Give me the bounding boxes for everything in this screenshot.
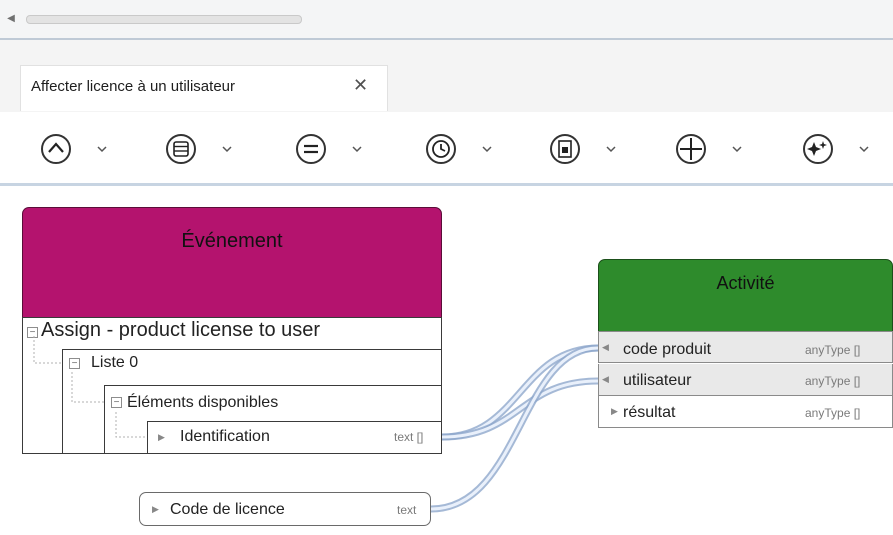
input-port-icon[interactable]: ◀ xyxy=(602,342,609,353)
input-label: utilisateur xyxy=(623,372,692,389)
equals-circle-icon xyxy=(296,134,326,164)
close-icon[interactable]: ✕ xyxy=(353,75,368,96)
license-code-field[interactable]: ▶ Code de licence text xyxy=(139,492,431,526)
collapse-icon[interactable]: − xyxy=(69,358,80,369)
input-type: anyType [] xyxy=(805,343,861,357)
expand-triangle-icon[interactable]: ▶ xyxy=(158,432,165,443)
toolbar-button-5[interactable] xyxy=(548,132,643,166)
chevron-up-circle-icon xyxy=(41,134,71,164)
input-port-icon[interactable]: ◀ xyxy=(602,374,609,385)
clock-circle-icon xyxy=(426,134,456,164)
top-strip: ◀ xyxy=(0,0,893,40)
scroll-left-arrow-icon[interactable]: ◀ xyxy=(4,12,18,26)
event-root-label: Assign - product license to user xyxy=(41,319,321,341)
license-code-label: Code de licence xyxy=(170,501,285,518)
mapping-editor-window: ◀ Affecter licence à un utilisateur ✕ Év… xyxy=(0,0,893,535)
field-label: Identification xyxy=(180,428,270,445)
toolbar-button-1[interactable] xyxy=(39,132,134,166)
chevron-down-icon[interactable] xyxy=(857,142,871,156)
toolbar xyxy=(0,112,893,184)
toolbar-button-7[interactable] xyxy=(801,132,893,166)
horizontal-scrollbar[interactable]: ◀ xyxy=(4,8,884,28)
chevron-down-icon[interactable] xyxy=(604,142,618,156)
tab-title: Affecter licence à un utilisateur xyxy=(31,78,236,95)
collapse-icon[interactable]: − xyxy=(27,327,38,338)
expand-triangle-icon[interactable]: ▶ xyxy=(611,406,618,417)
chevron-down-icon[interactable] xyxy=(730,142,744,156)
field-type: text [] xyxy=(394,430,424,444)
input-type: anyType [] xyxy=(805,374,861,388)
event-node-title: Événement xyxy=(181,230,283,252)
toolbar-button-4[interactable] xyxy=(424,132,519,166)
plus-circle-icon xyxy=(676,134,706,164)
toolbar-button-3[interactable] xyxy=(294,132,389,166)
input-label: code produit xyxy=(623,341,712,358)
toolbar-button-6[interactable] xyxy=(674,132,769,166)
chevron-down-icon[interactable] xyxy=(220,142,234,156)
collapse-icon[interactable]: − xyxy=(111,397,122,408)
chevron-down-icon[interactable] xyxy=(350,142,364,156)
tree-item-label: Éléments disponibles xyxy=(127,394,279,411)
chevron-down-icon[interactable] xyxy=(95,142,109,156)
tree-item-label: Liste 0 xyxy=(91,354,139,371)
expand-triangle-icon[interactable]: ▶ xyxy=(152,504,159,515)
event-node-header[interactable]: Événement xyxy=(22,207,442,317)
tab-bar: Affecter licence à un utilisateur ✕ xyxy=(0,40,893,112)
chevron-down-icon[interactable] xyxy=(480,142,494,156)
scrollbar-thumb[interactable] xyxy=(26,15,302,24)
tab-affecter-licence[interactable]: Affecter licence à un utilisateur ✕ xyxy=(20,65,388,111)
output-label: résultat xyxy=(623,404,676,421)
list-circle-icon xyxy=(166,134,196,164)
activity-input-code-produit[interactable]: ◀ code produit anyType [] xyxy=(598,331,893,363)
document-circle-icon xyxy=(550,134,580,164)
output-type: anyType [] xyxy=(805,406,861,420)
activity-output-resultat[interactable]: ▶ résultat anyType [] xyxy=(598,396,893,428)
activity-input-utilisateur[interactable]: ◀ utilisateur anyType [] xyxy=(598,364,893,396)
activity-node-header[interactable]: Activité xyxy=(598,259,893,331)
tree-item-identification[interactable]: ▶ Identification text [] xyxy=(147,421,442,454)
sparkle-circle-icon xyxy=(803,134,833,164)
activity-node-title: Activité xyxy=(716,273,775,293)
license-code-type: text xyxy=(397,503,417,517)
toolbar-button-2[interactable] xyxy=(164,132,259,166)
